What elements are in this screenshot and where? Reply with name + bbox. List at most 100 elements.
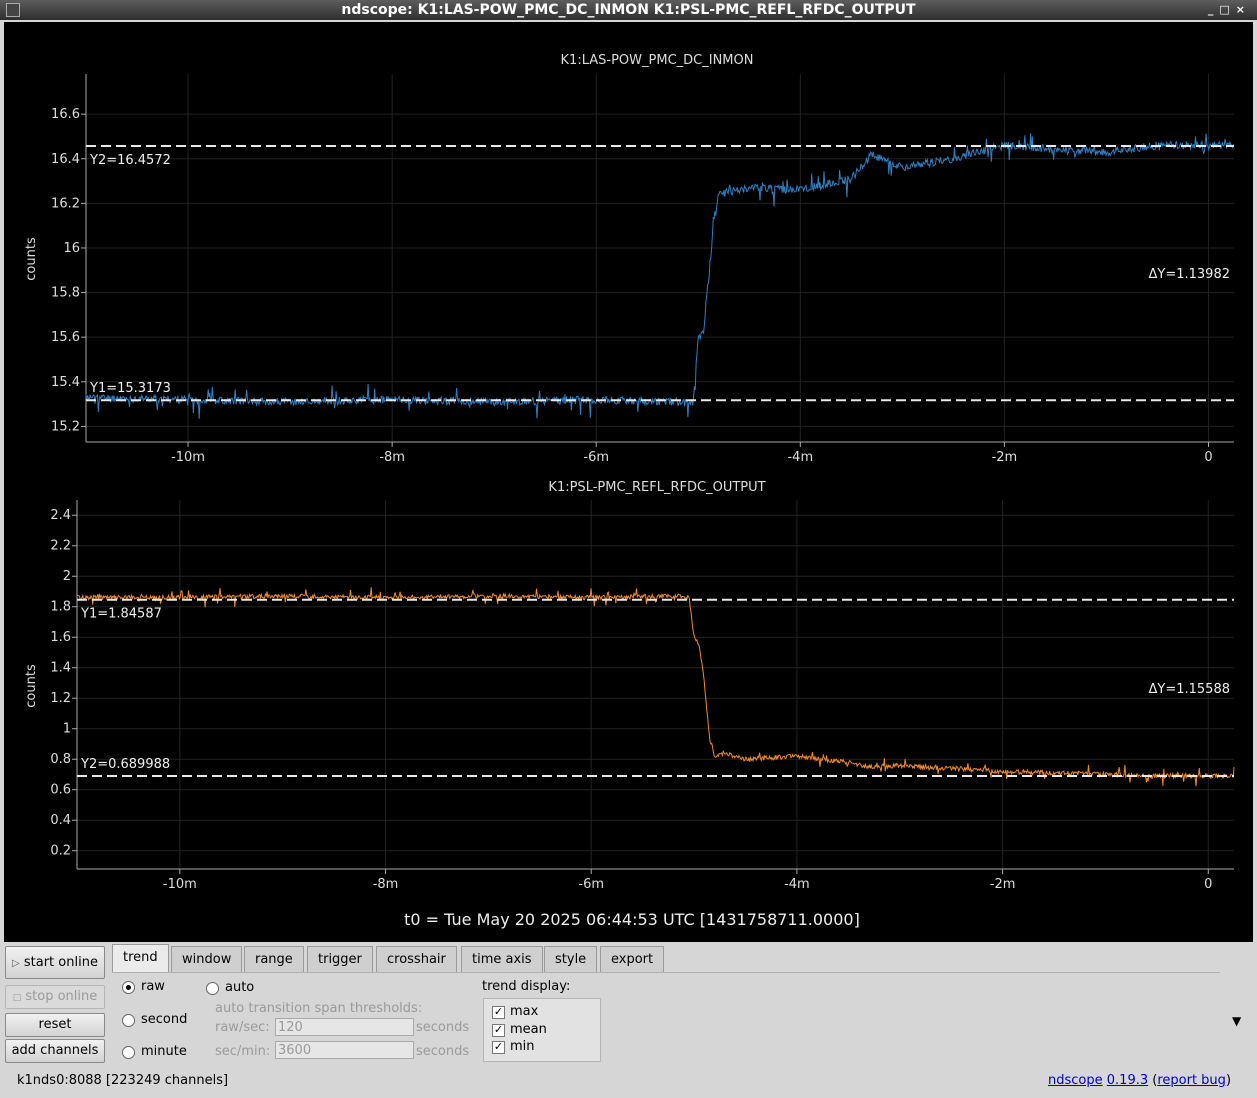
start-online-button[interactable]: ▷ start online [5,946,105,979]
x-tick-label: -10m [171,450,205,465]
cursor-y2-label: Y2=0.689988 [80,757,170,772]
trend-display-label: trend display: [482,979,571,994]
app-icon [6,3,20,17]
sec-min-input[interactable]: 3600 [275,1041,414,1059]
raw-sec-input[interactable]: 120 [275,1018,414,1036]
control-panel: ▷ start online □ stop online reset add c… [0,942,1257,1098]
report-bug-link[interactable]: report bug [1157,1073,1226,1088]
x-tick-label: -2m [990,877,1016,892]
x-tick-label: -2m [992,450,1018,465]
tab-window[interactable]: window [171,946,243,972]
cursor-delta-label: ΔY=1.13982 [1149,267,1231,282]
check-max-label: max [510,1004,539,1019]
cursor-y2-label: Y2=16.4572 [89,153,171,168]
trace-las-pow [85,133,1235,419]
trace-psl-pmc [76,587,1235,787]
x-tick-label: -6m [578,877,604,892]
cursor-delta-label: ΔY=1.15588 [1149,682,1231,697]
y-tick-label: 1 [63,722,71,737]
check-mean-label: mean [510,1022,547,1037]
y-tick-label: 15.4 [51,375,80,390]
check-mean[interactable]: ✓ [492,1024,505,1037]
t0-timestamp: t0 = Tue May 20 2025 06:44:53 UTC [14317… [404,910,860,929]
play-icon: ▷ [12,958,20,969]
x-tick-label: -8m [379,450,405,465]
check-min[interactable]: ✓ [492,1041,505,1054]
server-status: k1nds0:8088 [223249 channels] [17,1073,229,1088]
tab-style[interactable]: style [544,946,598,972]
y-axis-label: counts [24,664,39,708]
version-link[interactable]: 0.19.3 [1107,1073,1148,1088]
tab-divider [112,972,1220,973]
y-tick-label: 2.4 [50,508,71,523]
collapse-arrow-icon[interactable]: ▼ [1232,1014,1241,1028]
y-tick-label: 15.6 [51,330,80,345]
plot-psl-pmc[interactable]: K1:PSL-PMC_REFL_RFDC_OUTPUT counts 2.4 2.… [24,480,1235,892]
y-tick-label: 2.2 [50,539,71,554]
radio-second-label: second [141,1012,188,1027]
radio-auto-label: auto [225,980,255,995]
check-min-label: min [510,1039,535,1054]
radio-raw-label: raw [141,979,165,994]
tab-range[interactable]: range [244,946,304,972]
y-tick-label: 2 [63,569,71,584]
plot-title: K1:PSL-PMC_REFL_RFDC_OUTPUT [548,480,765,495]
y-tick-label: 15.8 [51,286,80,301]
x-tick-label: 0 [1204,877,1212,892]
maximize-icon[interactable]: □ [1219,3,1235,16]
add-channels-button[interactable]: add channels [5,1039,105,1063]
x-tick-label: -10m [163,877,197,892]
stop-online-button[interactable]: □ stop online [5,985,105,1009]
tab-crosshair[interactable]: crosshair [376,946,457,972]
y-axis-label: counts [24,237,39,281]
window-buttons: _□× [1208,0,1251,20]
y-tick-label: 16.4 [51,152,80,167]
y-tick-label: 1.8 [50,600,71,615]
window-titlebar: ndscope: K1:LAS-POW_PMC_DC_INMON K1:PSL-… [0,0,1257,20]
tab-trigger[interactable]: trigger [307,946,373,972]
x-tick-label: 0 [1204,450,1212,465]
check-max[interactable]: ✓ [492,1006,505,1019]
raw-sec-label: raw/sec: [215,1020,270,1035]
version-info: ndscope 0.19.3 (report bug) [1048,1073,1232,1088]
sec-min-label: sec/min: [215,1044,271,1059]
auto-thresholds-label: auto transition span thresholds: [215,1001,423,1016]
plots-canvas[interactable]: K1:LAS-POW_PMC_DC_INMON counts 16.6 16.4 1… [4,22,1253,942]
cursor-y1-label: Y1=15.3173 [89,381,171,396]
y-tick-label: 1.6 [50,630,71,645]
plot-title: K1:LAS-POW_PMC_DC_INMON [561,53,754,68]
x-tick-label: -4m [787,450,813,465]
tab-time-axis[interactable]: time axis [461,946,543,972]
cursor-y1-label: Y1=1.84587 [80,607,162,622]
y-tick-label: 1.4 [50,661,71,676]
window-title: ndscope: K1:LAS-POW_PMC_DC_INMON K1:PSL-… [341,2,916,18]
radio-auto[interactable] [206,982,219,995]
y-tick-label: 15.2 [51,419,80,434]
y-tick-label: 0.6 [50,783,71,798]
radio-minute[interactable] [122,1046,135,1059]
tab-export[interactable]: export [600,946,665,972]
y-tick-label: 1.2 [50,691,71,706]
plot-las-pow[interactable]: K1:LAS-POW_PMC_DC_INMON counts 16.6 16.4 1… [24,53,1235,465]
y-tick-label: 0.4 [50,813,71,828]
reset-button[interactable]: reset [5,1013,105,1037]
sec-min-unit: seconds [416,1044,470,1059]
x-tick-label: -6m [583,450,609,465]
y-tick-label: 0.8 [50,752,71,767]
close-icon[interactable]: × [1236,3,1251,16]
minimize-icon[interactable]: _ [1208,3,1220,16]
y-tick-label: 16.6 [51,107,80,122]
ndscope-link[interactable]: ndscope [1048,1073,1103,1088]
stop-icon: □ [12,993,22,1003]
x-tick-label: -4m [784,877,810,892]
y-tick-label: 0.2 [50,844,71,859]
tab-trend[interactable]: trend [112,944,169,972]
y-tick-label: 16.2 [51,196,80,211]
radio-minute-label: minute [141,1044,187,1059]
radio-second[interactable] [122,1014,135,1027]
x-tick-label: -8m [373,877,399,892]
plot-area: K1:LAS-POW_PMC_DC_INMON counts 16.6 16.4 1… [4,22,1253,942]
raw-sec-unit: seconds [416,1020,470,1035]
radio-raw[interactable] [122,981,135,994]
y-tick-label: 16 [63,241,80,256]
